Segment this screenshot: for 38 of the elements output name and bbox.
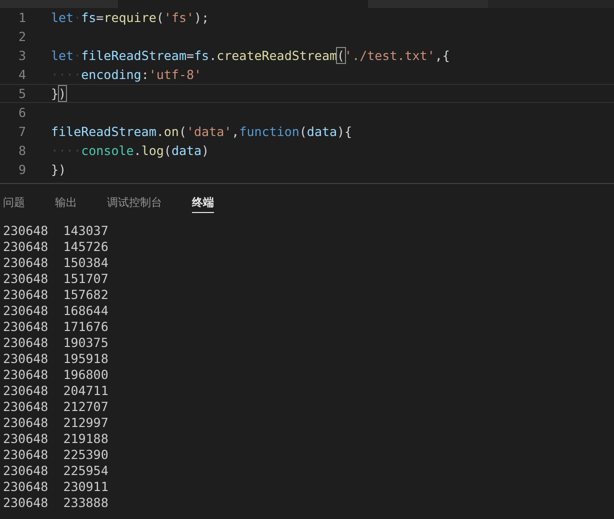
code-line: ····console.log(data) — [51, 143, 210, 158]
panel-tab[interactable]: 调试控制台 — [107, 195, 162, 213]
terminal-line: 230648 171676 — [3, 319, 110, 335]
terminal-line: 230648 219188 — [3, 431, 110, 447]
line-number: 3 — [17, 48, 27, 63]
code-line: let·fileReadStream=fs.createReadStream('./test.txt',{ — [51, 48, 450, 63]
terminal-line: 230648 204711 — [3, 383, 110, 399]
terminal-line: 230648 212707 — [3, 399, 110, 415]
line-number: 7 — [17, 124, 27, 139]
terminal-line: 230648 150384 — [3, 255, 110, 271]
terminal-line: 230648 212997 — [3, 415, 110, 431]
terminal-line: 230648 196800 — [3, 367, 110, 383]
code-line: }) — [51, 162, 66, 177]
code-line: fileReadStream.on('data',function(data){ — [51, 124, 352, 139]
code-line: let·fs=require('fs'); — [51, 10, 210, 25]
terminal-line: 230648 233888 — [3, 495, 110, 511]
terminal-line: 230648 190375 — [3, 335, 110, 351]
terminal-line: 230648 195918 — [3, 351, 110, 367]
terminal-line: 230648 230911 — [3, 479, 110, 495]
terminal-line: 230648 225954 — [3, 463, 110, 479]
panel-tab[interactable]: 问题 — [3, 195, 25, 213]
panel-tab[interactable]: 终端 — [192, 195, 214, 213]
line-number: 4 — [17, 67, 27, 82]
terminal-line: 230648 157682 — [3, 287, 110, 303]
code-line: ····encoding:'utf-8' — [51, 67, 202, 82]
code-line: }) — [51, 86, 66, 101]
terminal-line: 230648 168644 — [3, 303, 110, 319]
terminal-line: 230648 143037 — [3, 223, 110, 239]
line-number: 8 — [17, 143, 27, 158]
terminal-line: 230648 151707 — [3, 271, 110, 287]
line-number: 9 — [17, 162, 27, 177]
line-number: 1 — [17, 10, 27, 25]
line-number: 6 — [17, 105, 27, 120]
line-number: 5 — [17, 86, 27, 101]
terminal-line: 230648 145726 — [3, 239, 110, 255]
line-number: 2 — [17, 29, 27, 44]
terminal-line: 230648 225390 — [3, 447, 110, 463]
panel-tab[interactable]: 输出 — [55, 195, 77, 213]
